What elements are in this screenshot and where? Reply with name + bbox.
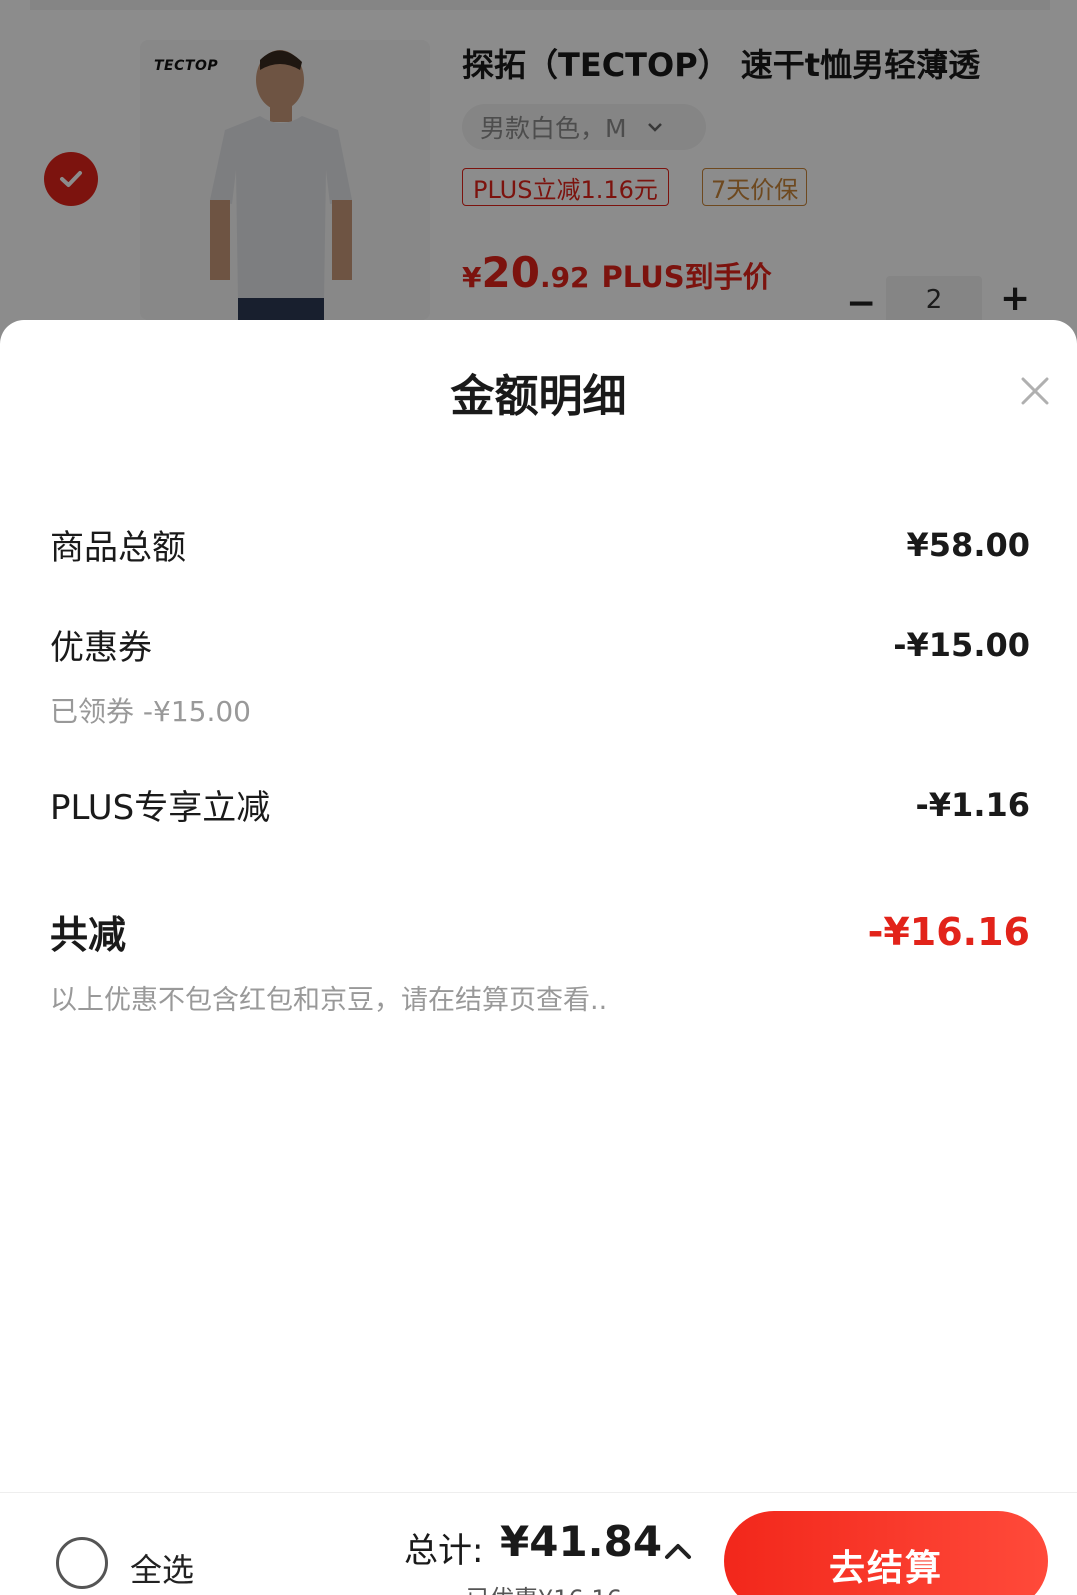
total-amount: ¥41.84 — [500, 1517, 663, 1566]
close-button[interactable] — [1010, 366, 1060, 416]
discount-note: 以上优惠不包含红包和京豆，请在结算页查看.. — [50, 985, 608, 1016]
row-label: 商品总额 — [50, 528, 186, 568]
saved-amount: 已优惠¥16.16 — [466, 1579, 622, 1595]
detail-row-total-discount: 共减 -¥16.16 — [50, 904, 1030, 959]
total-discount-amount: -¥16.16 — [867, 909, 1030, 954]
coupon-sub-text: 已领券 -¥15.00 — [50, 695, 251, 728]
row-amount: -¥1.16 — [915, 785, 1031, 824]
total-discount-label: 共减 — [50, 913, 127, 957]
total-label: 总计: — [404, 1531, 484, 1571]
checkout-button[interactable]: 去结算 — [724, 1511, 1048, 1595]
checkout-bar: 全选 总计: ¥41.84 已优惠¥16.16 去结算 — [0, 1492, 1077, 1595]
detail-row-goods-total: 商品总额 ¥58.00 — [50, 520, 1030, 569]
row-label: 优惠券 — [50, 628, 152, 668]
row-label: PLUS专享立减 — [50, 788, 271, 828]
amount-detail-sheet: 金额明细 商品总额 ¥58.00 优惠券 -¥15.00 已领券 -¥15.00… — [0, 320, 1077, 1595]
sheet-title: 金额明细 — [450, 371, 627, 422]
detail-row-plus-discount: PLUS专享立减 -¥1.16 — [50, 780, 1030, 829]
close-icon — [1021, 377, 1049, 405]
row-amount: ¥58.00 — [906, 525, 1030, 564]
row-amount: -¥15.00 — [893, 625, 1030, 664]
select-all-checkbox[interactable] — [56, 1537, 108, 1589]
detail-row-coupon: 优惠券 -¥15.00 — [50, 620, 1030, 669]
select-all-label[interactable]: 全选 — [130, 1545, 194, 1591]
chevron-up-icon[interactable] — [660, 1533, 696, 1569]
